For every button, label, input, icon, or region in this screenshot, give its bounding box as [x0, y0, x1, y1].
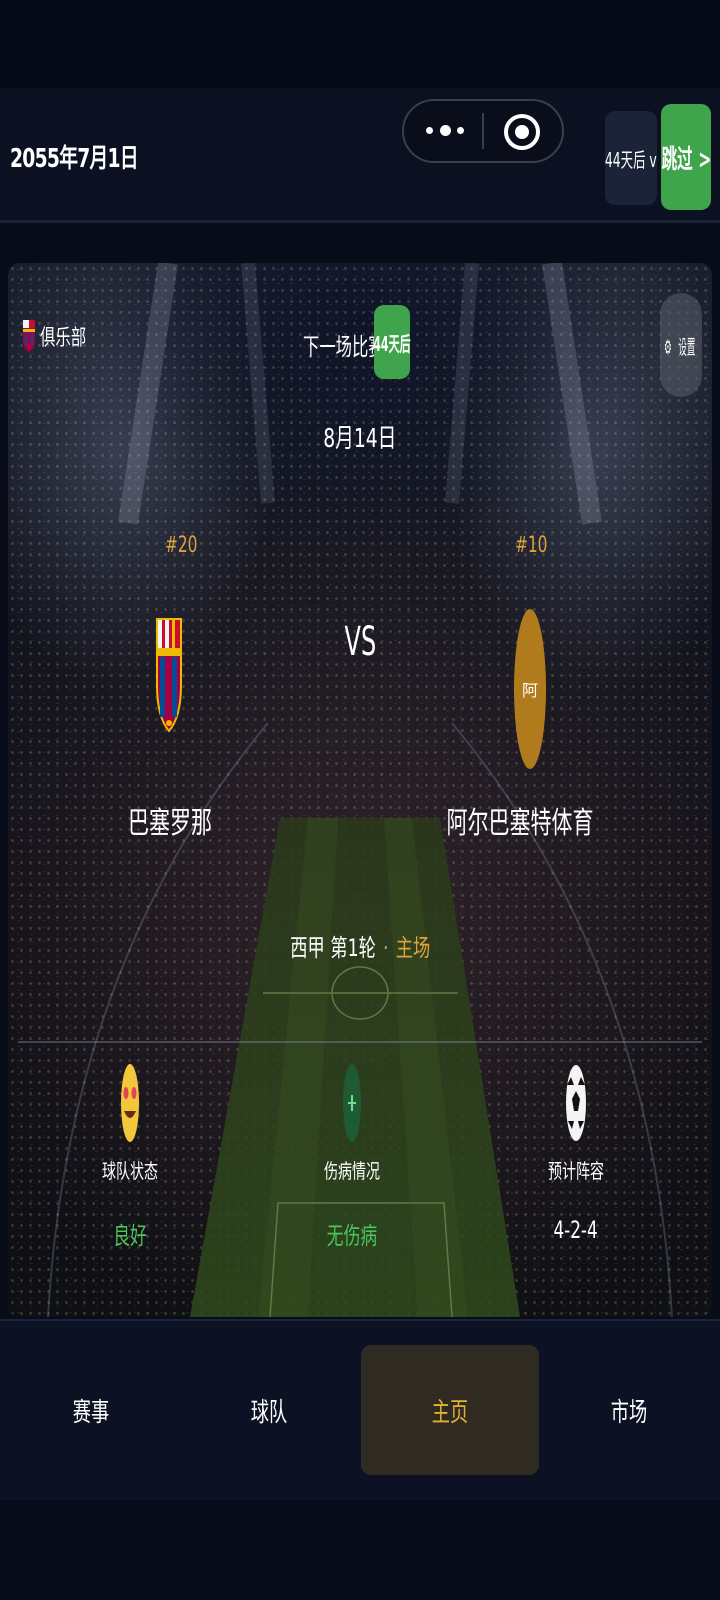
- skip-button[interactable]: 跳过 >: [661, 104, 711, 210]
- close-target-icon[interactable]: [504, 114, 540, 150]
- separator-dot: ·: [382, 934, 389, 962]
- current-date: 2055年7月1日: [10, 144, 139, 174]
- smile-icon: [121, 1064, 139, 1142]
- home-rank: #20: [164, 533, 198, 558]
- tab-team[interactable]: 球队: [180, 1345, 358, 1475]
- next-match-card: 俱乐部 ⚙ 设置 下一场比赛 44天后 8月14日 #20 #10 VS 阿 巴塞…: [8, 263, 712, 1317]
- injury-stat[interactable]: 伤病情况 无伤病: [272, 1063, 432, 1251]
- settings-button[interactable]: ⚙ 设置: [660, 293, 702, 397]
- section-divider: [18, 1041, 702, 1043]
- capsule-divider: [482, 113, 484, 149]
- team-form-label: 球队状态: [102, 1159, 158, 1183]
- tab-market[interactable]: 市场: [540, 1345, 718, 1475]
- club-tag[interactable]: 俱乐部: [22, 319, 106, 353]
- lineup-stat[interactable]: 预计阵容 4-2-4: [496, 1063, 656, 1244]
- days-until-badge: 44天后: [373, 305, 411, 379]
- lineup-label: 预计阵容: [548, 1159, 604, 1183]
- more-icon[interactable]: [426, 115, 464, 145]
- home-team-name: 巴塞罗那: [128, 806, 212, 841]
- tab-home[interactable]: 主页: [361, 1345, 539, 1475]
- team-form-value: 良好: [113, 1222, 147, 1250]
- away-team-logo[interactable]: 阿: [514, 609, 546, 769]
- tab-matches[interactable]: 赛事: [2, 1345, 180, 1475]
- club-label: 俱乐部: [40, 326, 87, 351]
- status-bar: [0, 0, 720, 88]
- lineup-value: 4-2-4: [553, 1216, 599, 1244]
- medical-icon: [343, 1064, 361, 1142]
- miniprogram-capsule[interactable]: [402, 99, 564, 163]
- away-team-name: 阿尔巴塞特体育: [446, 806, 594, 841]
- top-bar: 2055年7月1日 44天后 v 跳过 >: [0, 88, 720, 223]
- injury-label: 伤病情况: [324, 1159, 380, 1183]
- vs-label: VS: [344, 619, 376, 665]
- gesture-bar-area: [0, 1500, 720, 1600]
- away-rank: #10: [514, 533, 548, 558]
- advance-days-button[interactable]: 44天后 v: [605, 111, 657, 205]
- soccer-ball-icon: [566, 1065, 586, 1141]
- club-crest-icon: [23, 320, 35, 352]
- venue-label: 主场: [395, 934, 431, 962]
- match-date: 8月14日: [323, 424, 397, 454]
- team-form-stat[interactable]: 球队状态 良好: [50, 1063, 210, 1251]
- competition-info: 西甲 第1轮 · 主场: [8, 928, 712, 963]
- gear-icon: ⚙: [664, 334, 672, 359]
- bottom-navigation: 赛事 球队 主页 市场: [0, 1319, 720, 1501]
- injury-value: 无伤病: [326, 1222, 378, 1250]
- competition-round: 西甲 第1轮: [289, 934, 376, 962]
